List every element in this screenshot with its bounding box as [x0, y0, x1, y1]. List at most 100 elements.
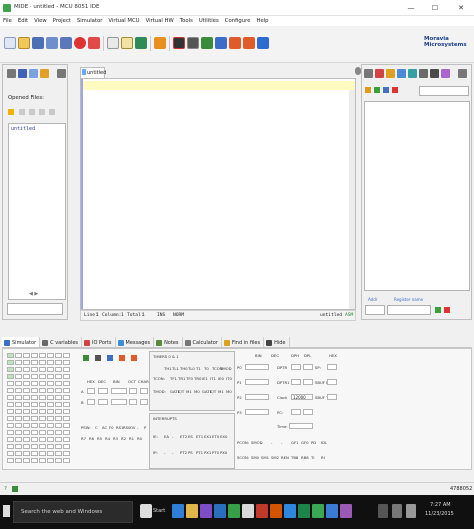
memory-cell[interactable]: [39, 458, 46, 463]
editor-scrollbar[interactable]: [349, 90, 355, 309]
memory-cell[interactable]: [55, 374, 62, 379]
r-reg-6[interactable]: R1: [129, 436, 134, 441]
ip-bit-3[interactable]: PS: [188, 450, 193, 455]
memory-cell[interactable]: [23, 409, 30, 414]
memory-cell[interactable]: [23, 360, 30, 365]
app-icon-8[interactable]: [298, 504, 310, 518]
port-p0-field[interactable]: [245, 364, 269, 370]
memory-cell[interactable]: [39, 381, 46, 386]
memory-cell[interactable]: [15, 360, 22, 365]
memory-cell[interactable]: [31, 381, 38, 386]
ip-bit-5[interactable]: PX1: [204, 450, 211, 455]
task-view-icon[interactable]: [140, 504, 152, 518]
memory-cell[interactable]: [39, 430, 46, 435]
memory-cell[interactable]: [15, 353, 22, 358]
move-up-icon[interactable]: [19, 109, 25, 115]
load-icon[interactable]: [374, 87, 380, 93]
register-name-input[interactable]: [387, 305, 431, 315]
memory-cell[interactable]: [63, 423, 70, 428]
scon-bit-4[interactable]: TB8: [291, 455, 298, 460]
memory-cell[interactable]: [15, 402, 22, 407]
reg-b-oct[interactable]: [129, 399, 137, 405]
memory-cell[interactable]: [7, 458, 14, 463]
app-icon-5[interactable]: [256, 504, 268, 518]
pc-hex-field[interactable]: [291, 409, 301, 415]
left-arrow-icon[interactable]: [7, 69, 16, 78]
memory-cell[interactable]: [31, 388, 38, 393]
app-icon-7[interactable]: [284, 504, 296, 518]
tmod-bit-1[interactable]: C/T: [178, 389, 184, 394]
memory-cell[interactable]: [23, 395, 30, 400]
clock-field[interactable]: 12000: [291, 394, 313, 400]
tmod-bit-2[interactable]: M1: [186, 389, 192, 394]
maximize-button[interactable]: ☐: [426, 0, 444, 16]
left-arrow-icon[interactable]: [364, 69, 373, 78]
memory-cell[interactable]: [23, 444, 30, 449]
memory-cell[interactable]: [39, 451, 46, 456]
tcon-bit-6[interactable]: IE0: [218, 376, 224, 381]
scon-bit-2[interactable]: SM2: [271, 455, 279, 460]
breakpoints-tab-icon[interactable]: [386, 69, 395, 78]
stop-icon[interactable]: [74, 37, 86, 49]
memory-cell[interactable]: [7, 388, 14, 393]
memory-cell[interactable]: [15, 458, 22, 463]
memory-cell[interactable]: [7, 444, 14, 449]
memory-cell[interactable]: [55, 416, 62, 421]
memory-cell[interactable]: [63, 437, 70, 442]
memory-cell[interactable]: [47, 416, 54, 421]
tab-messages[interactable]: Messages: [116, 337, 155, 347]
memory-cell[interactable]: [63, 353, 70, 358]
sim-step-icon[interactable]: [107, 355, 113, 361]
filter-input[interactable]: [7, 303, 63, 315]
memory-cell[interactable]: [7, 430, 14, 435]
memory-cell[interactable]: [63, 402, 70, 407]
tmod-bit-6[interactable]: M1: [218, 389, 224, 394]
animate-icon[interactable]: [229, 37, 241, 49]
right-arrow-icon[interactable]: [458, 69, 467, 78]
memory-cell[interactable]: [55, 402, 62, 407]
tab-find-in-files[interactable]: Find in files: [222, 337, 265, 347]
ip-bit-0[interactable]: -: [164, 450, 165, 455]
app-icon-2[interactable]: [214, 504, 226, 518]
explorer-icon[interactable]: [186, 504, 198, 518]
memory-cell[interactable]: [31, 458, 38, 463]
tab-calculator[interactable]: Calculator: [183, 337, 222, 347]
step-icon[interactable]: [201, 37, 213, 49]
port-p3-field[interactable]: [245, 409, 269, 415]
tmod-bit-7[interactable]: M0: [226, 389, 232, 394]
tcon-bit-0[interactable]: TF1: [170, 376, 177, 381]
copy-icon[interactable]: [107, 37, 119, 49]
memory-cell[interactable]: [47, 409, 54, 414]
open-file-icon[interactable]: [18, 37, 30, 49]
memory-cell[interactable]: [7, 423, 14, 428]
memory-cell[interactable]: [63, 444, 70, 449]
taskbar-search[interactable]: Search the web and Windows: [13, 501, 133, 523]
memory-cell[interactable]: [39, 388, 46, 393]
app-icon-11[interactable]: [340, 504, 352, 518]
memory-cell[interactable]: [23, 416, 30, 421]
close-button[interactable]: ✕: [452, 0, 470, 16]
memory-cell[interactable]: [47, 395, 54, 400]
memory-cell[interactable]: [63, 416, 70, 421]
pcon-bit-4[interactable]: GF1: [291, 440, 299, 445]
r-reg-7[interactable]: R0: [137, 436, 142, 441]
memory-cell[interactable]: [63, 381, 70, 386]
reset-icon[interactable]: [257, 37, 269, 49]
app-icon-3[interactable]: [228, 504, 240, 518]
memory-cell[interactable]: [15, 416, 22, 421]
list-item[interactable]: untitled: [11, 126, 35, 132]
memory-cell[interactable]: [31, 423, 38, 428]
scon-bit-7[interactable]: RI: [321, 455, 325, 460]
tab-hide[interactable]: Hide: [264, 337, 290, 347]
ie-bit-5[interactable]: EX1: [204, 434, 211, 439]
remove-watch-icon[interactable]: [392, 87, 398, 93]
memory-cell[interactable]: [23, 381, 30, 386]
reg-b-char[interactable]: [140, 399, 148, 405]
memory-cell[interactable]: [47, 353, 54, 358]
memory-cell[interactable]: [47, 367, 54, 372]
scon-bit-6[interactable]: TI: [311, 455, 314, 460]
psw-bit-7[interactable]: P: [144, 425, 146, 430]
addr-input[interactable]: [365, 305, 385, 315]
ie-bit-6[interactable]: ET0: [212, 434, 219, 439]
memory-cell[interactable]: [63, 367, 70, 372]
